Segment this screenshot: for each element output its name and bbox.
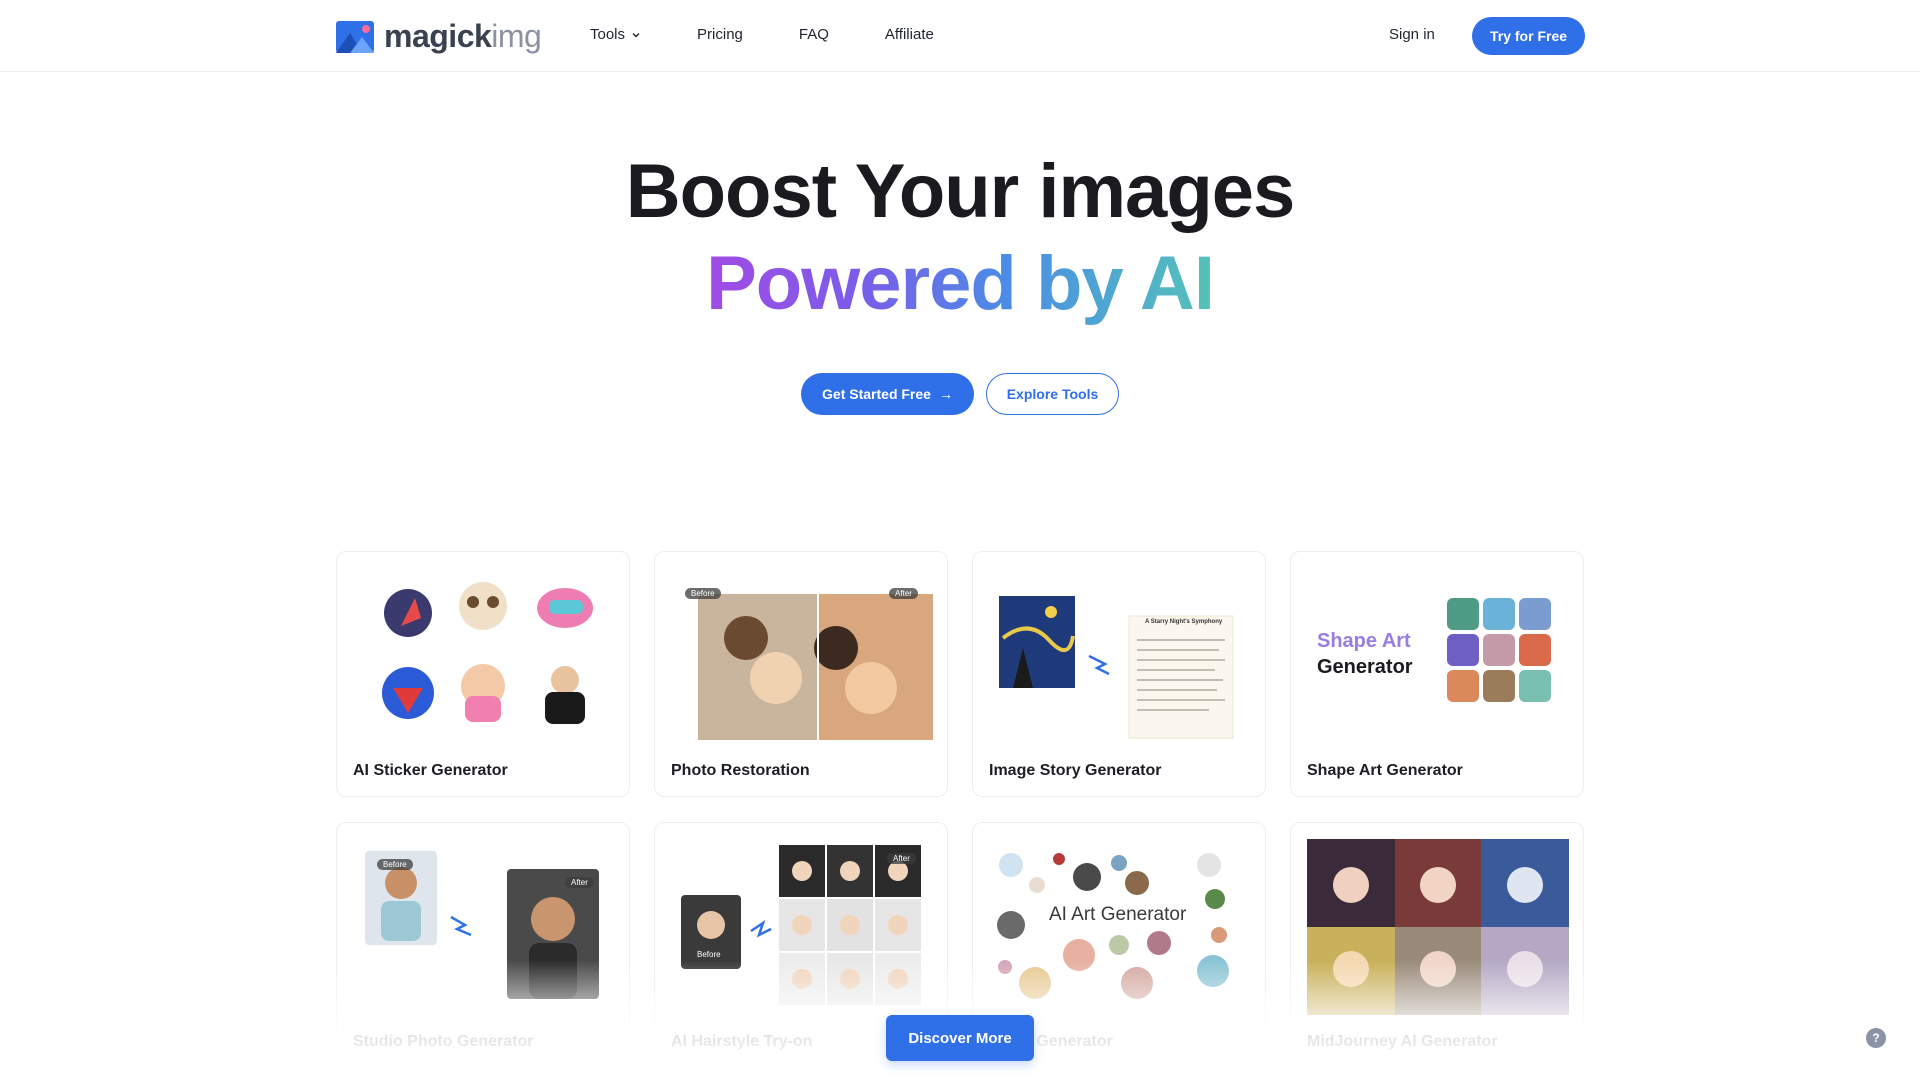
before-tag: Before xyxy=(691,949,727,960)
tool-card-label: Image Story Generator xyxy=(989,762,1162,779)
logo-icon xyxy=(336,20,374,53)
explore-tools-button[interactable]: Explore Tools xyxy=(986,373,1119,415)
help-icon[interactable]: ? xyxy=(1866,1028,1886,1048)
after-tag: After xyxy=(889,588,918,599)
before-tag: Before xyxy=(377,859,413,870)
painting-to-story-icon xyxy=(999,596,1234,739)
tool-card-label: Studio Photo Generator xyxy=(353,1033,534,1050)
anime-collage-icon xyxy=(1307,839,1569,1015)
logo-text: magickimg xyxy=(384,18,542,54)
tool-card-restoration[interactable]: Before After Photo Restoration xyxy=(654,551,948,797)
discover-more-button[interactable]: Discover More xyxy=(886,1015,1034,1061)
tool-card-label: AI Sticker Generator xyxy=(353,762,508,779)
tool-card-midjourney[interactable]: MidJourney AI Generator xyxy=(1290,822,1584,1080)
main-nav: Tools Pricing FAQ Affiliate xyxy=(590,26,990,43)
after-tag: After xyxy=(887,853,916,864)
tool-card-label: Photo Restoration xyxy=(671,762,810,779)
shape-art-grid-icon xyxy=(1447,598,1551,702)
nav-affiliate[interactable]: Affiliate xyxy=(885,26,934,43)
nav-faq[interactable]: FAQ xyxy=(799,26,829,43)
story-title: A Starry Night's Symphony xyxy=(1145,619,1223,625)
hero-subtitle: Powered by AI xyxy=(706,241,1215,326)
before-tag: Before xyxy=(685,588,721,599)
ai-art-text: AI Art Generator xyxy=(1049,904,1187,925)
site-header: magickimg Tools Pricing FAQ Affiliate Si… xyxy=(0,0,1920,72)
hairstyle-grid-icon xyxy=(681,845,921,1005)
after-tag: After xyxy=(565,877,594,888)
chevron-down-icon xyxy=(632,32,640,37)
tool-card-studio-photo[interactable]: Before After Studio Photo Generator xyxy=(336,822,630,1080)
logo[interactable]: magickimg xyxy=(336,18,542,55)
stickers-preview-icon xyxy=(382,582,593,724)
arrow-right-icon: → xyxy=(938,386,953,402)
tool-card-sticker[interactable]: AI Sticker Generator xyxy=(336,551,630,797)
tool-card-label: MidJourney AI Generator xyxy=(1307,1033,1498,1050)
tool-card-story[interactable]: A Starry Night's Symphony Image Story Ge… xyxy=(972,551,1266,797)
tool-card-shape-art[interactable]: Shape Art Generator Shape Art Generator xyxy=(1290,551,1584,797)
art-bubbles-icon xyxy=(997,853,1229,999)
hero-title: Boost Your images xyxy=(625,149,1296,234)
nav-pricing[interactable]: Pricing xyxy=(697,26,743,43)
tool-card-label: Shape Art Generator xyxy=(1307,762,1463,779)
nav-tools[interactable]: Tools xyxy=(590,26,641,43)
get-started-button[interactable]: Get Started Free → xyxy=(801,373,974,415)
try-free-button[interactable]: Try for Free xyxy=(1472,17,1585,55)
tool-card-label: AI Hairstyle Try-on xyxy=(671,1033,813,1050)
sign-in-link[interactable]: Sign in xyxy=(1389,26,1435,43)
